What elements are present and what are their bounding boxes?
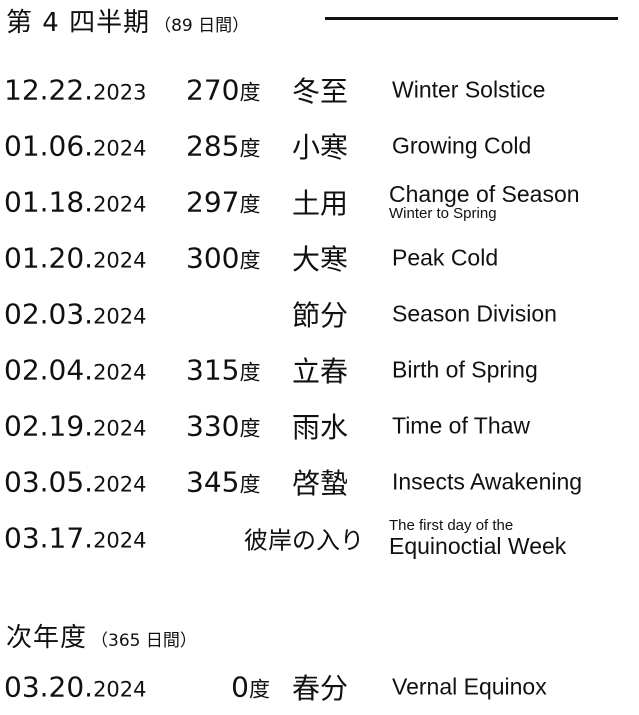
- quarter-title: 第 4 四半期: [6, 8, 151, 38]
- degree-value: 297: [186, 185, 240, 219]
- term-name-japanese: 大寒: [292, 243, 349, 276]
- degree-unit: 度: [239, 360, 261, 385]
- date: 03.20.2024: [4, 671, 147, 704]
- date: 02.19.2024: [4, 410, 147, 443]
- english-subtitle: Winter to Spring: [389, 205, 497, 223]
- date-month-day: 01.06.: [4, 129, 94, 163]
- solar-longitude: 315度: [186, 354, 260, 387]
- degree-unit: 度: [239, 416, 261, 441]
- date-month-day: 02.03.: [4, 297, 94, 331]
- date-year: 2024: [93, 528, 147, 553]
- degree-unit: 度: [239, 80, 261, 105]
- date: 12.22.2023: [4, 74, 147, 107]
- english-main: Change of Season: [389, 181, 580, 208]
- date: 02.03.2024: [4, 298, 147, 331]
- solar-longitude: 270度: [186, 74, 260, 107]
- date-month-day: 01.20.: [4, 241, 94, 275]
- degree-unit: 度: [239, 136, 261, 161]
- date-month-day: 02.19.: [4, 409, 94, 443]
- term-name-english: Change of Season Winter to Spring: [389, 182, 580, 222]
- term-row: 03.20.2024 0度 春分 Vernal Equinox: [0, 659, 639, 715]
- date-year: 2024: [93, 360, 147, 385]
- term-name-japanese: 雨水: [292, 411, 349, 444]
- date-year: 2024: [93, 304, 147, 329]
- solar-longitude: 297度: [186, 186, 260, 219]
- date-month-day: 02.04.: [4, 353, 94, 387]
- term-name-japanese: 立春: [292, 355, 349, 388]
- date: 01.18.2024: [4, 186, 147, 219]
- term-row: 02.19.2024 330度 雨水 Time of Thaw: [0, 398, 639, 454]
- date-year: 2024: [93, 677, 147, 702]
- term-name-japanese: 冬至: [292, 75, 349, 108]
- date-month-day: 03.20.: [4, 670, 94, 704]
- date: 03.17.2024: [4, 522, 147, 555]
- degree-value: 330: [186, 409, 240, 443]
- term-row: 01.20.2024 300度 大寒 Peak Cold: [0, 230, 639, 286]
- date: 02.04.2024: [4, 354, 147, 387]
- term-row: 02.04.2024 315度 立春 Birth of Spring: [0, 342, 639, 398]
- term-row: 03.05.2024 345度 啓蟄 Insects Awakening: [0, 454, 639, 510]
- next-year-day-count: （365 日間）: [91, 631, 197, 651]
- date-year: 2024: [93, 416, 147, 441]
- term-name-english: Birth of Spring: [392, 356, 538, 383]
- english-prefix: The first day of the: [389, 517, 514, 535]
- degree-value: 300: [186, 241, 240, 275]
- degree-unit: 度: [239, 472, 261, 497]
- term-name-english: Time of Thaw: [392, 412, 531, 439]
- date-month-day: 01.18.: [4, 185, 94, 219]
- term-name-english: Growing Cold: [392, 132, 532, 159]
- term-name-english: Peak Cold: [392, 244, 499, 271]
- date: 01.20.2024: [4, 242, 147, 275]
- term-name-japanese: 小寒: [292, 131, 349, 164]
- quarter-day-count: （89 日間）: [154, 16, 250, 36]
- degree-value: 285: [186, 129, 240, 163]
- date: 01.06.2024: [4, 130, 147, 163]
- solar-longitude: 345度: [186, 466, 260, 499]
- solar-longitude: 330度: [186, 410, 260, 443]
- date-month-day: 03.05.: [4, 465, 94, 499]
- term-row: 03.17.2024 彼岸の入り The first day of the Eq…: [0, 510, 639, 566]
- english-main: Equinoctial Week: [389, 532, 567, 559]
- next-year-header: 次年度 （365 日間）: [6, 617, 197, 654]
- degree-value: 0: [231, 670, 249, 704]
- date-year: 2024: [93, 472, 147, 497]
- date-year: 2023: [93, 80, 147, 105]
- degree-value: 315: [186, 353, 240, 387]
- date-year: 2024: [93, 248, 147, 273]
- degree-value: 345: [186, 465, 240, 499]
- header-divider-line: [325, 17, 618, 20]
- term-row: 02.03.2024 節分 Season Division: [0, 286, 639, 342]
- term-row: 01.06.2024 285度 小寒 Growing Cold: [0, 118, 639, 174]
- degree-unit: 度: [239, 192, 261, 217]
- term-name-english: Season Division: [392, 300, 557, 327]
- solar-longitude: 300度: [186, 242, 260, 275]
- date-month-day: 03.17.: [4, 521, 94, 555]
- solar-longitude: 0度: [231, 671, 270, 704]
- term-row: 12.22.2023 270度 冬至 Winter Solstice: [0, 62, 639, 118]
- date-year: 2024: [93, 192, 147, 217]
- term-name-japanese: 節分: [292, 299, 349, 332]
- term-name-japanese: 彼岸の入り: [244, 526, 364, 555]
- term-name-english: Insects Awakening: [392, 468, 583, 495]
- next-year-title: 次年度: [6, 623, 88, 653]
- quarter-header: 第 4 四半期 （89 日間）: [6, 2, 249, 39]
- solar-longitude: 285度: [186, 130, 260, 163]
- degree-unit: 度: [239, 248, 261, 273]
- term-row: 01.18.2024 297度 土用 Change of Season Wint…: [0, 174, 639, 230]
- term-name-japanese: 啓蟄: [292, 467, 349, 500]
- degree-unit: 度: [249, 677, 270, 702]
- term-name-japanese: 土用: [292, 187, 349, 220]
- term-name-japanese: 春分: [292, 672, 349, 705]
- term-name-english: Vernal Equinox: [392, 673, 547, 700]
- term-name-english: Winter Solstice: [392, 76, 546, 103]
- date: 03.05.2024: [4, 466, 147, 499]
- date-month-day: 12.22.: [4, 73, 94, 107]
- degree-value: 270: [186, 73, 240, 107]
- date-year: 2024: [93, 136, 147, 161]
- term-name-english: The first day of the Equinoctial Week: [389, 518, 566, 558]
